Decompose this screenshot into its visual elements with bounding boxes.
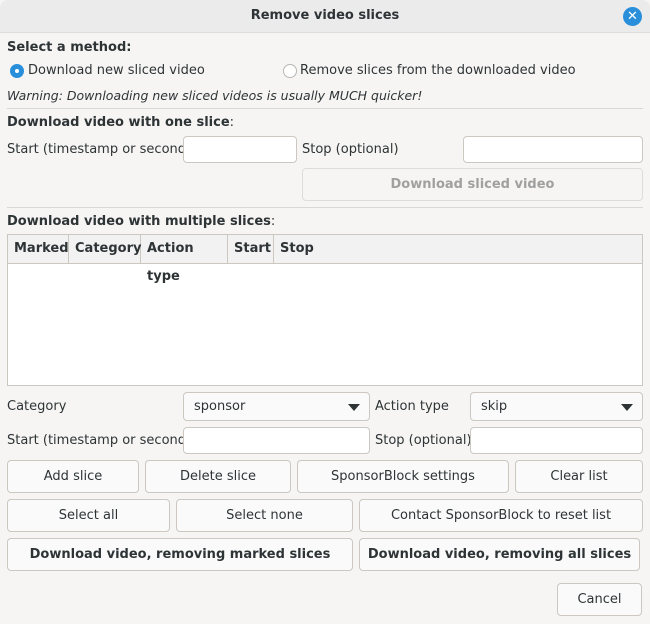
- sponsorblock-settings-button[interactable]: SponsorBlock settings: [297, 460, 509, 493]
- slices-table[interactable]: Marked Category Action type Start Stop: [7, 234, 643, 386]
- chevron-down-icon: [348, 404, 360, 411]
- cancel-button[interactable]: Cancel: [557, 583, 642, 616]
- clear-list-button[interactable]: Clear list: [515, 460, 643, 493]
- select-none-button[interactable]: Select none: [176, 499, 353, 532]
- select-all-button[interactable]: Select all: [7, 499, 170, 532]
- action-type-dropdown[interactable]: skip: [470, 392, 643, 421]
- radio-selected-icon[interactable]: [10, 64, 24, 78]
- one-slice-start-label: Start (timestamp or seconds): [7, 142, 198, 157]
- column-header-start[interactable]: Start: [228, 235, 274, 263]
- one-slice-heading-text: Download video with one slice: [7, 115, 230, 130]
- radio-unselected-icon[interactable]: [283, 64, 297, 78]
- download-removing-marked-button[interactable]: Download video, removing marked slices: [7, 538, 353, 571]
- action-type-label: Action type: [375, 399, 449, 414]
- one-slice-stop-input[interactable]: [463, 136, 643, 163]
- multi-stop-label: Stop (optional): [375, 433, 472, 448]
- category-label: Category: [7, 399, 67, 414]
- window-title: Remove video slices: [250, 8, 400, 23]
- delete-slice-button[interactable]: Delete slice: [145, 460, 291, 493]
- action-type-value: skip: [481, 399, 508, 414]
- category-value: sponsor: [194, 399, 246, 414]
- table-header: Marked Category Action type Start Stop: [8, 235, 642, 284]
- radio-remove-slices-label[interactable]: Remove slices from the downloaded video: [300, 63, 576, 78]
- heading-colon: :: [270, 214, 276, 229]
- download-sliced-video-button[interactable]: Download sliced video: [302, 168, 643, 201]
- multi-slice-heading: Download video with multiple slices:: [7, 214, 275, 229]
- radio-download-new-label[interactable]: Download new sliced video: [28, 63, 205, 78]
- column-header-stop[interactable]: Stop: [274, 235, 642, 263]
- select-method-heading: Select a method:: [7, 40, 132, 55]
- title-bar: Remove video slices ✕: [0, 0, 650, 33]
- one-slice-start-input[interactable]: [183, 136, 297, 163]
- multi-start-input[interactable]: [183, 427, 370, 454]
- category-dropdown[interactable]: sponsor: [183, 392, 370, 421]
- multi-start-label: Start (timestamp or seconds): [7, 433, 198, 448]
- column-header-marked[interactable]: Marked: [8, 235, 69, 263]
- separator: [7, 207, 643, 208]
- multi-stop-input[interactable]: [470, 427, 643, 454]
- one-slice-stop-label: Stop (optional): [302, 142, 399, 157]
- download-removing-all-button[interactable]: Download video, removing all slices: [359, 538, 640, 571]
- column-header-category[interactable]: Category: [69, 235, 141, 263]
- multi-slice-heading-text: Download video with multiple slices: [7, 214, 271, 229]
- chevron-down-icon: [621, 404, 633, 411]
- heading-colon: :: [229, 115, 235, 130]
- column-header-action-type[interactable]: Action type: [141, 235, 228, 284]
- contact-sponsorblock-button[interactable]: Contact SponsorBlock to reset list: [359, 499, 643, 532]
- add-slice-button[interactable]: Add slice: [7, 460, 139, 493]
- close-icon[interactable]: ✕: [623, 7, 642, 26]
- one-slice-heading: Download video with one slice:: [7, 115, 234, 130]
- separator: [7, 108, 643, 109]
- warning-text: Warning: Downloading new sliced videos i…: [7, 88, 423, 103]
